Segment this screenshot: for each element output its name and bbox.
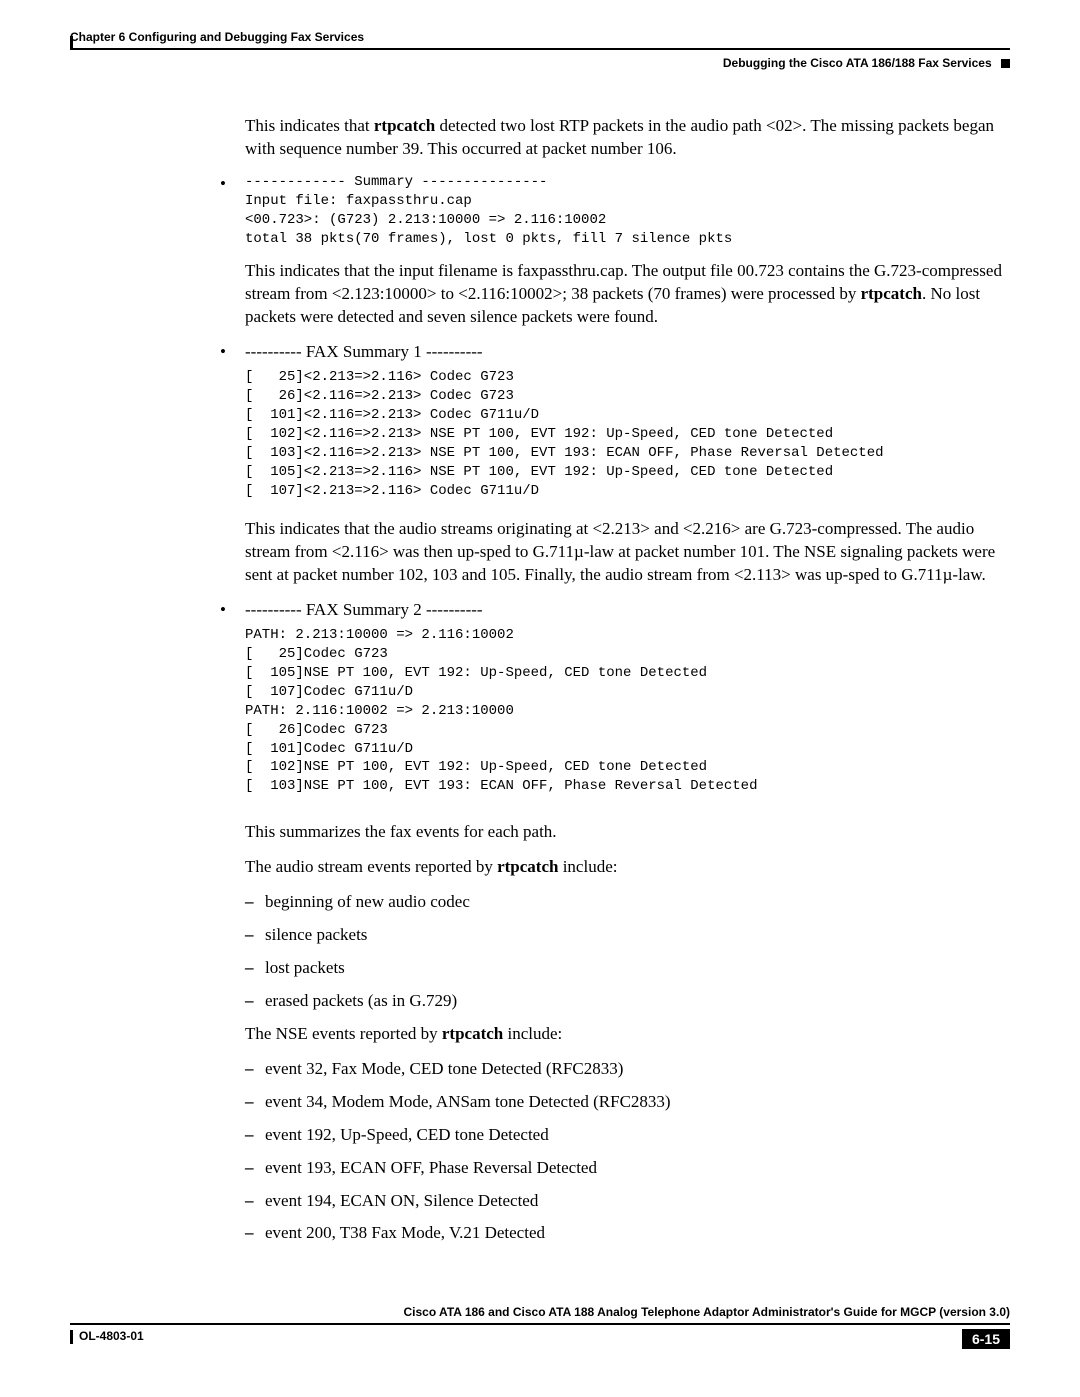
code-block: PATH: 2.213:10000 => 2.116:10002 [ 25]Co… xyxy=(245,626,1010,796)
body-content: This indicates that rtpcatch detected tw… xyxy=(245,115,1010,1245)
bullet-icon: • xyxy=(220,173,226,196)
list-item: erased packets (as in G.729) xyxy=(245,990,1010,1013)
code-block: ------------ Summary --------------- Inp… xyxy=(245,173,1010,249)
list-item: event 193, ECAN OFF, Phase Reversal Dete… xyxy=(245,1157,1010,1180)
list-item: beginning of new audio codec xyxy=(245,891,1010,914)
page-header: Chapter 6 Configuring and Debugging Fax … xyxy=(70,30,1010,50)
section-label: Debugging the Cisco ATA 186/188 Fax Serv… xyxy=(70,56,1010,70)
list-item: silence packets xyxy=(245,924,1010,947)
list-item: event 194, ECAN ON, Silence Detected xyxy=(245,1190,1010,1213)
page-footer: Cisco ATA 186 and Cisco ATA 188 Analog T… xyxy=(70,1305,1010,1349)
fax-summary-1-label: ---------- FAX Summary 1 ---------- xyxy=(245,342,483,361)
footer-doc-title: Cisco ATA 186 and Cisco ATA 188 Analog T… xyxy=(70,1305,1010,1325)
footer-bar-icon xyxy=(70,1330,73,1344)
list-item: event 32, Fax Mode, CED tone Detected (R… xyxy=(245,1058,1010,1081)
bullet-item: • ---------- FAX Summary 2 ---------- PA… xyxy=(245,599,1010,796)
list-item: event 200, T38 Fax Mode, V.21 Detected xyxy=(245,1222,1010,1245)
paragraph: The audio stream events reported by rtpc… xyxy=(245,856,1010,879)
paragraph: This summarizes the fax events for each … xyxy=(245,821,1010,844)
paragraph: This indicates that the audio streams or… xyxy=(245,518,1010,587)
bullet-icon: • xyxy=(220,341,226,364)
paragraph: This indicates that rtpcatch detected tw… xyxy=(245,115,1010,161)
dash-list-1: beginning of new audio codec silence pac… xyxy=(245,891,1010,1013)
code-block: [ 25]<2.213=>2.116> Codec G723 [ 26]<2.1… xyxy=(245,368,1010,500)
bullet-item: • ------------ Summary --------------- I… xyxy=(245,173,1010,249)
paragraph: The NSE events reported by rtpcatch incl… xyxy=(245,1023,1010,1046)
footer-docnum: OL-4803-01 xyxy=(70,1329,144,1344)
footer-pagenum: 6-15 xyxy=(962,1329,1010,1349)
header-marker-icon xyxy=(1001,59,1010,68)
bullet-item: • ---------- FAX Summary 1 ---------- [ … xyxy=(245,341,1010,500)
chapter-label: Chapter 6 Configuring and Debugging Fax … xyxy=(70,30,364,44)
list-item: lost packets xyxy=(245,957,1010,980)
paragraph: This indicates that the input filename i… xyxy=(245,260,1010,329)
dash-list-2: event 32, Fax Mode, CED tone Detected (R… xyxy=(245,1058,1010,1246)
list-item: event 192, Up-Speed, CED tone Detected xyxy=(245,1124,1010,1147)
fax-summary-2-label: ---------- FAX Summary 2 ---------- xyxy=(245,600,483,619)
bullet-icon: • xyxy=(220,599,226,622)
list-item: event 34, Modem Mode, ANSam tone Detecte… xyxy=(245,1091,1010,1114)
